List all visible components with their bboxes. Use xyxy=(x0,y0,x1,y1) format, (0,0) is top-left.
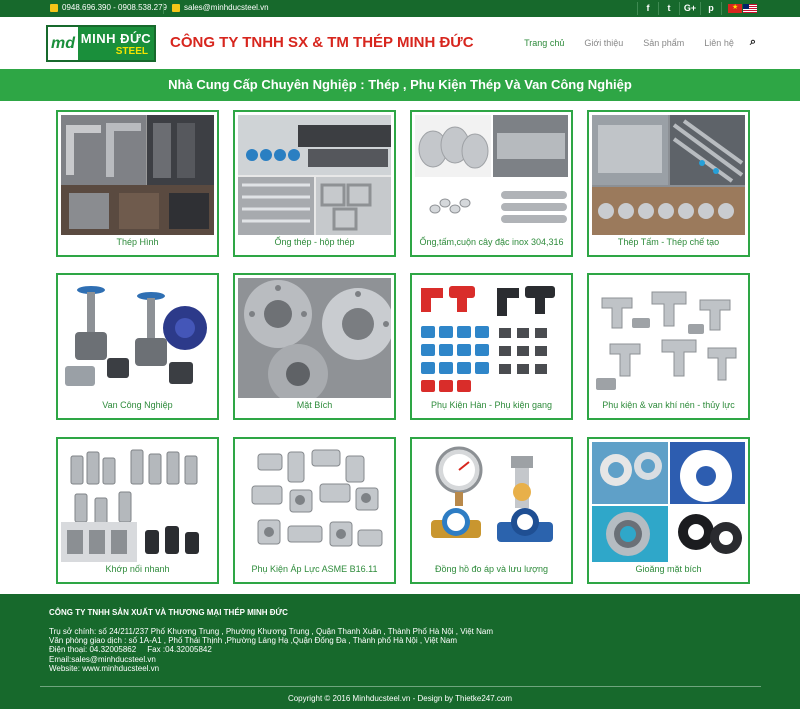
google-plus-icon[interactable]: G+ xyxy=(679,2,700,15)
footer-phone-fax: Điện thoại: 04.32005862 Fax :04.32005842 xyxy=(49,645,212,655)
product-card-gaskets[interactable]: Gioăng mặt bích xyxy=(587,437,750,584)
top-bar: 0948.696.390 - 0908.538.279 sales@minhdu… xyxy=(0,0,800,17)
product-title[interactable]: Gioăng mặt bích xyxy=(589,564,748,574)
site-header: md MINH ĐỨC STEEL CÔNG TY TNHH SX & TM T… xyxy=(0,17,800,69)
product-image xyxy=(415,278,568,398)
product-card-asme-fittings[interactable]: Phụ Kiện Áp Lực ASME B16.11 xyxy=(233,437,396,584)
product-image xyxy=(238,442,391,562)
product-image xyxy=(238,115,391,235)
site-footer: CÔNG TY TNHH SẢN XUẤT VÀ THƯƠNG MẠI THÉP… xyxy=(0,594,800,709)
product-image xyxy=(592,278,745,398)
footer-transaction-office: Văn phòng giao dịch : số 1A-A1 , Phố Thá… xyxy=(49,636,458,646)
product-image xyxy=(238,278,391,398)
product-title[interactable]: Thép Tấm - Thép chế tạo xyxy=(589,237,748,247)
product-card-inox[interactable]: Ống,tấm,cuộn cây đặc inox 304,316 xyxy=(410,110,573,257)
product-card-steel-plates[interactable]: Thép Tấm - Thép chế tạo xyxy=(587,110,750,257)
product-card-steel-shapes[interactable]: Thép Hình xyxy=(56,110,219,257)
footer-company-name: CÔNG TY TNHH SẢN XUẤT VÀ THƯƠNG MẠI THÉP… xyxy=(49,608,288,617)
email-contact[interactable]: sales@minhducsteel.vn xyxy=(172,3,269,12)
logo-line-2: STEEL xyxy=(115,45,148,57)
gaskets-image xyxy=(592,442,745,562)
language-switcher xyxy=(728,3,757,13)
email-address: sales@minhducsteel.vn xyxy=(184,3,269,12)
phone-icon xyxy=(50,3,58,12)
product-image xyxy=(592,442,745,562)
product-card-gauges[interactable]: Đồng hồ đo áp và lưu lượng xyxy=(410,437,573,584)
product-card-pneumatic-fittings[interactable]: Phụ kiện & van khí nén - thủy lực xyxy=(587,273,750,420)
divider xyxy=(163,3,164,14)
logo-mark: md xyxy=(48,27,78,60)
copyright: Copyright © 2016 Minhducsteel.vn - Desig… xyxy=(287,694,513,703)
inox-image xyxy=(415,115,568,235)
footer-head-office: Trụ sở chính: số 24/211/237 Phố Khương T… xyxy=(49,627,493,636)
flanges-image xyxy=(238,278,391,398)
pneumatic-fittings-image xyxy=(592,278,745,398)
product-image xyxy=(61,115,214,235)
steel-shapes-image xyxy=(61,115,214,235)
mail-icon xyxy=(172,3,180,12)
product-card-valves[interactable]: Van Công Nghiệp xyxy=(56,273,219,420)
product-card-quick-couplings[interactable]: Khớp nối nhanh xyxy=(56,437,219,584)
nav-home[interactable]: Trang chủ xyxy=(514,38,574,49)
product-title[interactable]: Đồng hồ đo áp và lưu lượng xyxy=(412,564,571,574)
quick-couplings-image xyxy=(61,442,214,562)
pinterest-icon[interactable]: p xyxy=(700,2,721,15)
product-card-flanges[interactable]: Mặt Bích xyxy=(233,273,396,420)
product-title[interactable]: Thép Hình xyxy=(58,237,217,247)
product-image xyxy=(592,115,745,235)
pipes-image xyxy=(238,115,391,235)
product-image xyxy=(61,278,214,398)
product-card-pipes[interactable]: Ống thép - hộp thép xyxy=(233,110,396,257)
nav-products[interactable]: Sản phẩm xyxy=(633,38,694,49)
footer-email[interactable]: Email:sales@minhducsteel.vn xyxy=(49,655,493,664)
nav-contact[interactable]: Liên hệ xyxy=(694,38,744,49)
footer-website[interactable]: Website: www.minhducsteel.vn xyxy=(49,664,493,673)
vietnam-flag-icon[interactable] xyxy=(728,3,742,13)
logo-line-1: MINH ĐỨC xyxy=(80,30,152,46)
product-title[interactable]: Ống thép - hộp thép xyxy=(235,237,394,247)
phone-contact[interactable]: 0948.696.390 - 0908.538.279 xyxy=(50,3,167,12)
tagline-banner: Nhà Cung Cấp Chuyên Nghiệp : Thép , Phụ … xyxy=(0,69,800,101)
footer-divider xyxy=(40,686,761,687)
phone-number: 0948.696.390 - 0908.538.279 xyxy=(62,3,167,12)
search-icon[interactable]: ⌕ xyxy=(744,36,756,49)
twitter-icon[interactable]: t xyxy=(658,2,679,15)
social-links: f t G+ p in xyxy=(637,2,742,15)
footer-contact-info: Trụ sở chính: số 24/211/237 Phố Khương T… xyxy=(49,627,493,673)
main-nav: Trang chủ Giới thiệu Sản phẩm Liên hệ ⌕ xyxy=(514,36,756,49)
nav-about[interactable]: Giới thiệu xyxy=(574,38,633,49)
weld-fittings-image xyxy=(415,278,568,398)
facebook-icon[interactable]: f xyxy=(637,2,658,15)
product-image xyxy=(61,442,214,562)
gauges-image xyxy=(415,442,568,562)
product-image xyxy=(415,442,568,562)
logo[interactable]: md MINH ĐỨC STEEL xyxy=(46,25,156,62)
company-name: CÔNG TY TNHH SX & TM THÉP MINH ĐỨC xyxy=(170,34,474,51)
asme-fittings-image xyxy=(238,442,391,562)
steel-plates-image xyxy=(592,115,745,235)
product-title[interactable]: Van Công Nghiệp xyxy=(58,400,217,410)
uk-flag-icon[interactable] xyxy=(743,4,757,13)
valves-image xyxy=(61,278,214,398)
product-title[interactable]: Phụ Kiện Áp Lực ASME B16.11 xyxy=(235,564,394,574)
product-title[interactable]: Ống,tấm,cuộn cây đặc inox 304,316 xyxy=(412,237,571,247)
product-title[interactable]: Phụ Kiện Hàn - Phụ kiện gang xyxy=(412,400,571,410)
product-title[interactable]: Phụ kiện & van khí nén - thủy lực xyxy=(589,400,748,410)
product-image xyxy=(415,115,568,235)
product-title[interactable]: Khớp nối nhanh xyxy=(58,564,217,574)
product-card-weld-fittings[interactable]: Phụ Kiện Hàn - Phụ kiện gang xyxy=(410,273,573,420)
product-title[interactable]: Mặt Bích xyxy=(235,400,394,410)
